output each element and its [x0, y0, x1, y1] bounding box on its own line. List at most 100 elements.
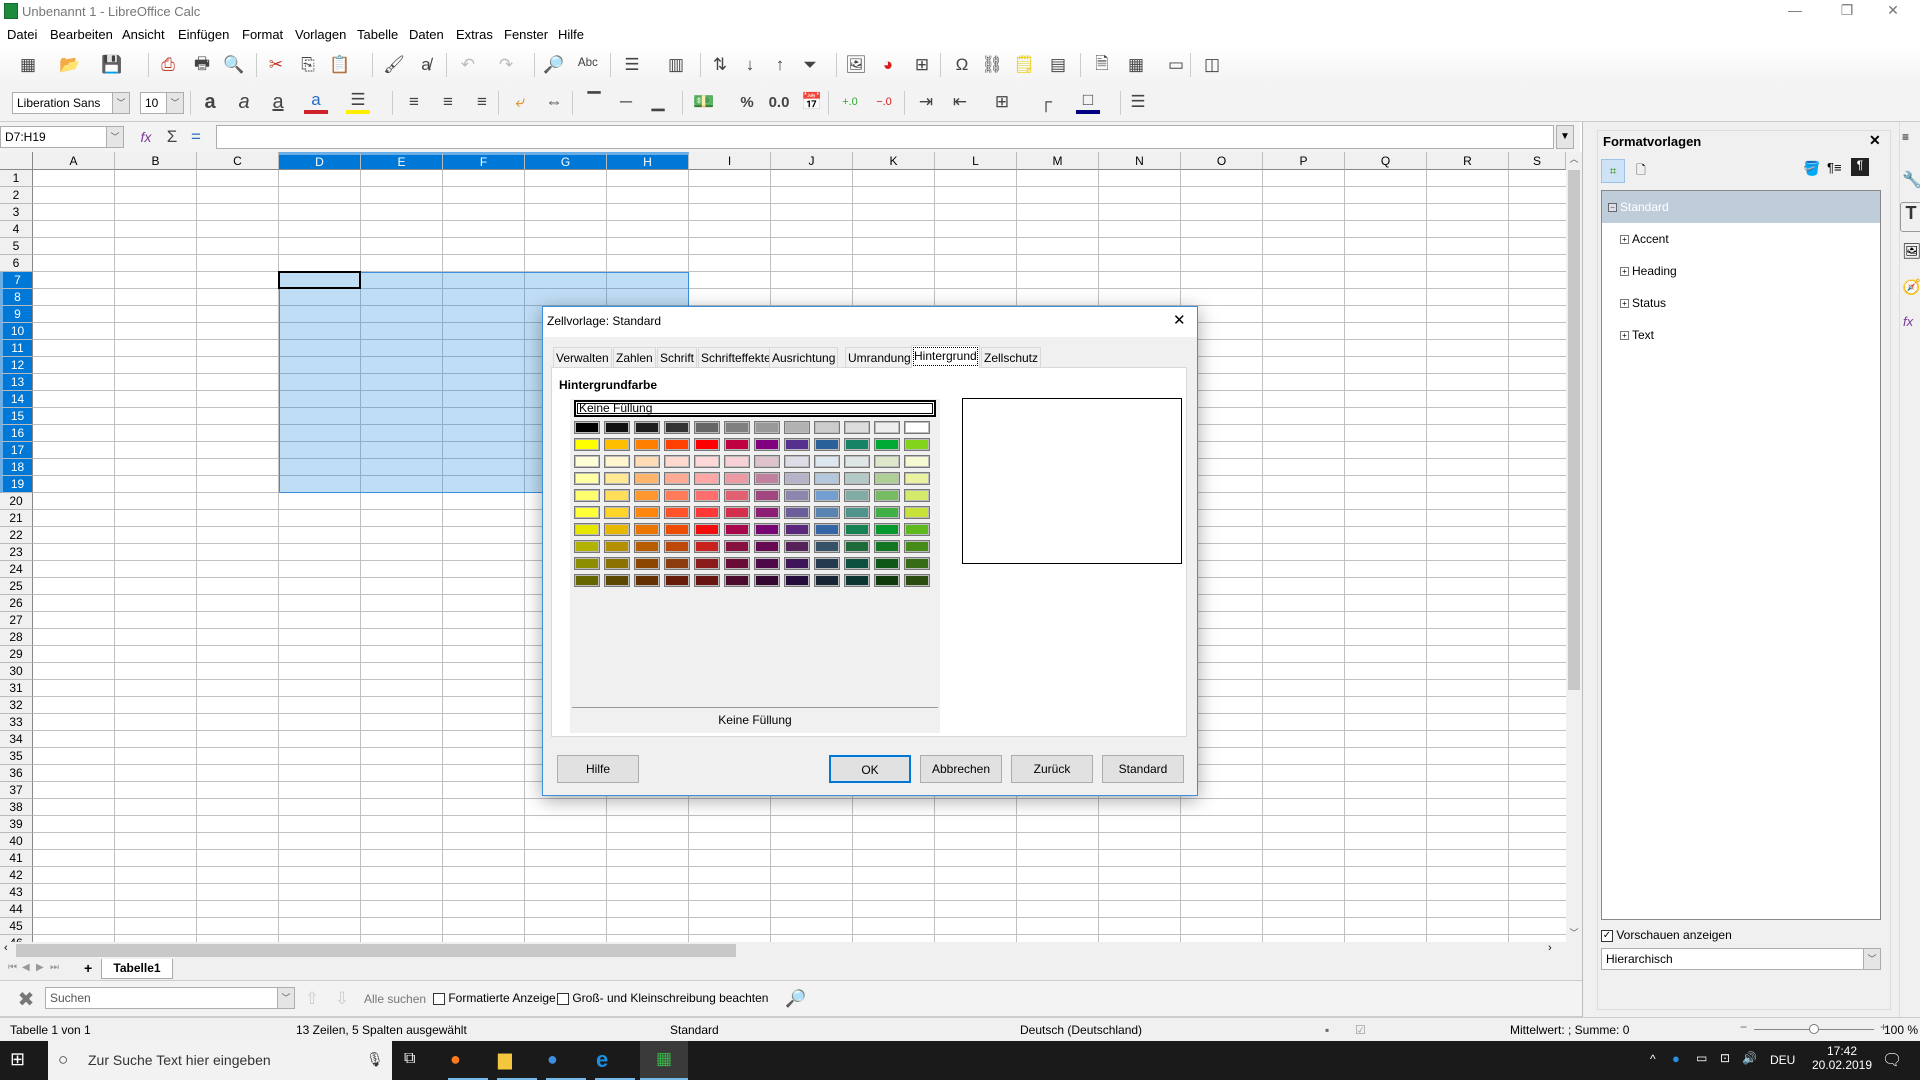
row-header-5[interactable]: 5 — [0, 238, 33, 255]
dialog-close-button[interactable]: ✕ — [1173, 311, 1186, 329]
horizontal-scroll-thumb[interactable] — [16, 944, 736, 957]
export-pdf-icon[interactable]: ⎙ — [156, 53, 180, 77]
color-swatch[interactable] — [724, 489, 750, 502]
row-header-32[interactable]: 32 — [0, 697, 33, 714]
color-swatch[interactable] — [694, 506, 720, 519]
color-swatch[interactable] — [844, 421, 870, 434]
color-swatch[interactable] — [574, 472, 600, 485]
properties-icon[interactable]: 🔧 — [1902, 170, 1920, 190]
color-swatch[interactable] — [634, 421, 660, 434]
color-swatch[interactable] — [724, 506, 750, 519]
column-header-I[interactable]: I — [689, 152, 771, 170]
bold-icon[interactable]: a — [198, 90, 222, 114]
freeze-rows-columns-icon[interactable]: ▦ — [1124, 53, 1148, 77]
color-swatch[interactable] — [574, 421, 600, 434]
color-swatch[interactable] — [874, 506, 900, 519]
row-header-14[interactable]: 14 — [0, 391, 33, 408]
font-color-icon[interactable]: a — [304, 90, 328, 114]
spelling-icon[interactable]: ᴬᵇᶜ — [576, 53, 600, 77]
row-header-18[interactable]: 18 — [0, 459, 33, 476]
update-style-icon[interactable]: ¶ — [1851, 158, 1869, 176]
cancel-button[interactable]: Abbrechen — [920, 755, 1002, 783]
row-header-41[interactable]: 41 — [0, 850, 33, 867]
cell-styles-icon[interactable]: ⌗ — [1601, 159, 1625, 183]
row-header-26[interactable]: 26 — [0, 595, 33, 612]
menu-bearbeiten[interactable]: Bearbeiten — [50, 27, 113, 42]
row-header-28[interactable]: 28 — [0, 629, 33, 646]
row-header-38[interactable]: 38 — [0, 799, 33, 816]
border-style-icon[interactable]: ┌ — [1034, 90, 1058, 114]
color-swatch[interactable] — [694, 421, 720, 434]
row-header-8[interactable]: 8 — [0, 289, 33, 306]
zoom-slider[interactable]: − + — [1740, 1020, 1890, 1038]
font-size-combo[interactable]: 10 ﹀ — [140, 92, 184, 114]
color-swatch[interactable] — [694, 574, 720, 587]
row-header-30[interactable]: 30 — [0, 663, 33, 680]
color-swatch[interactable] — [664, 574, 690, 587]
column-header-N[interactable]: N — [1099, 152, 1181, 170]
dialog-tab-ausrichtung[interactable]: Ausrichtung — [769, 347, 839, 367]
color-swatch[interactable] — [814, 438, 840, 451]
color-swatch[interactable] — [664, 540, 690, 553]
scroll-left-icon[interactable]: ‹ — [4, 942, 8, 954]
color-swatch[interactable] — [754, 421, 780, 434]
taskbar-libreoffice-calc[interactable]: ▦ — [640, 1041, 688, 1080]
color-swatch[interactable] — [634, 523, 660, 536]
column-header-E[interactable]: E — [361, 152, 443, 170]
tree-item-text[interactable]: + Text — [1620, 328, 1654, 342]
align-right-icon[interactable]: ≡ — [470, 90, 494, 114]
clock[interactable]: 17:42 20.02.2019 — [1810, 1044, 1874, 1072]
row-header-13[interactable]: 13 — [0, 374, 33, 391]
color-swatch[interactable] — [634, 472, 660, 485]
menu-daten[interactable]: Daten — [409, 27, 444, 42]
color-swatch[interactable] — [574, 489, 600, 502]
color-swatch[interactable] — [604, 489, 630, 502]
color-swatch[interactable] — [904, 506, 930, 519]
color-swatch[interactable] — [784, 506, 810, 519]
dialog-tab-zahlen[interactable]: Zahlen — [613, 347, 656, 367]
next-sheet-icon[interactable]: ▶ — [36, 962, 44, 973]
menu-extras[interactable]: Extras — [456, 27, 493, 42]
color-swatch[interactable] — [844, 472, 870, 485]
pivot-table-icon[interactable]: ⊞ — [910, 53, 934, 77]
color-swatch[interactable] — [724, 557, 750, 570]
autofilter-icon[interactable]: ⏷ — [798, 53, 822, 77]
formula-icon[interactable]: = — [184, 125, 208, 149]
tree-item-heading[interactable]: + Heading — [1620, 264, 1677, 278]
sum-icon[interactable]: Σ — [160, 125, 184, 149]
color-swatch[interactable] — [724, 472, 750, 485]
row-header-9[interactable]: 9 — [0, 306, 33, 323]
color-swatch[interactable] — [574, 574, 600, 587]
italic-icon[interactable]: a — [232, 90, 256, 114]
row-header-24[interactable]: 24 — [0, 561, 33, 578]
color-swatch[interactable] — [694, 489, 720, 502]
navigator-icon[interactable]: 🧭 — [1902, 278, 1920, 296]
align-left-icon[interactable]: ≡ — [402, 90, 426, 114]
row-header-31[interactable]: 31 — [0, 680, 33, 697]
vertical-scrollbar[interactable]: ︿ ﹀ — [1566, 152, 1582, 942]
row-header-25[interactable]: 25 — [0, 578, 33, 595]
color-swatch[interactable] — [664, 472, 690, 485]
dialog-tab-zellschutz[interactable]: Zellschutz — [981, 347, 1042, 367]
menu-tabelle[interactable]: Tabelle — [357, 27, 398, 42]
color-swatch[interactable] — [844, 540, 870, 553]
color-swatch[interactable] — [604, 523, 630, 536]
task-view-icon[interactable]: ⧉ — [404, 1050, 415, 1068]
date-format-icon[interactable]: 📅 — [800, 90, 824, 114]
align-middle-icon[interactable]: ─ — [614, 90, 638, 114]
match-case-checkbox[interactable]: Groß- und Kleinschreibung beachten — [557, 991, 768, 1005]
color-swatch[interactable] — [634, 455, 660, 468]
styles-tree[interactable]: − Standard + Accent + Heading + Status + Text — [1601, 190, 1881, 920]
color-swatch[interactable] — [784, 540, 810, 553]
align-center-icon[interactable]: ≡ — [436, 90, 460, 114]
column-header-M[interactable]: M — [1017, 152, 1099, 170]
color-swatch[interactable] — [784, 455, 810, 468]
row-header-2[interactable]: 2 — [0, 187, 33, 204]
show-hidden-icons[interactable]: ^ — [1650, 1052, 1656, 1066]
row-header-21[interactable]: 21 — [0, 510, 33, 527]
color-swatch[interactable] — [844, 523, 870, 536]
row-header-36[interactable]: 36 — [0, 765, 33, 782]
menu-hilfe[interactable]: Hilfe — [558, 27, 584, 42]
status-page-style[interactable]: Standard — [670, 1023, 719, 1037]
row-header-16[interactable]: 16 — [0, 425, 33, 442]
